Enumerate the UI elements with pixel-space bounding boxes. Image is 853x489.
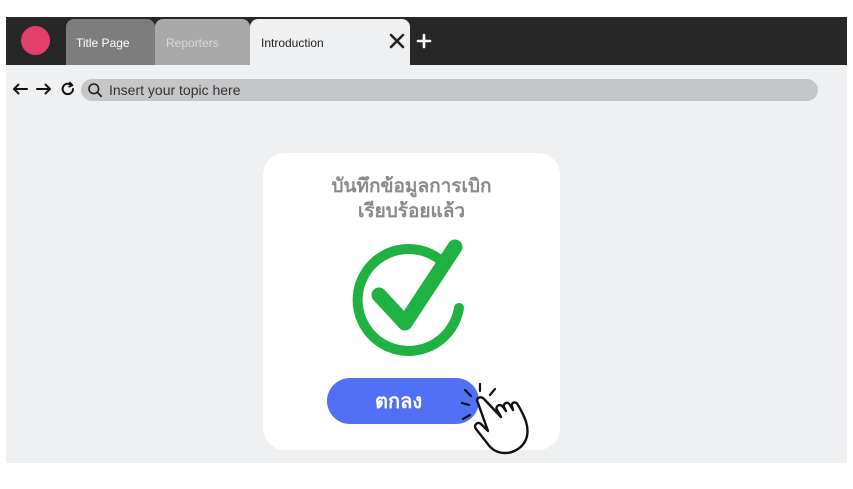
success-dialog: บันทึกข้อมูลการเบิก เรียบร้อยแล้ว ตกลง bbox=[263, 153, 560, 455]
ok-button[interactable]: ตกลง bbox=[327, 378, 479, 424]
ok-button-label: ตกลง bbox=[375, 389, 423, 413]
dialog-title-line2: เรียบร้อยแล้ว bbox=[357, 200, 466, 222]
address-bar[interactable]: Insert your topic here bbox=[81, 79, 818, 101]
tab-label: Reporters bbox=[166, 36, 219, 50]
arrow-left-icon[interactable] bbox=[11, 81, 29, 97]
reload-icon[interactable] bbox=[60, 81, 76, 97]
tab-label: Title Page bbox=[76, 36, 130, 50]
dialog-title: บันทึกข้อมูลการเบิก เรียบร้อยแล้ว bbox=[263, 174, 560, 224]
plus-icon[interactable] bbox=[415, 32, 433, 50]
check-circle-icon bbox=[352, 239, 464, 356]
tab-reporters[interactable]: Reporters bbox=[155, 19, 250, 65]
browser-window: Title Page Reporters Introduction Insert… bbox=[6, 17, 847, 463]
record-dot bbox=[21, 26, 50, 55]
close-icon[interactable] bbox=[388, 32, 406, 50]
arrow-right-icon[interactable] bbox=[35, 81, 53, 97]
title-bar: Title Page Reporters Introduction bbox=[6, 17, 847, 65]
dialog-title-line1: บันทึกข้อมูลการเบิก bbox=[331, 175, 492, 197]
tab-introduction[interactable]: Introduction bbox=[250, 19, 410, 65]
tab-title-page[interactable]: Title Page bbox=[66, 19, 155, 65]
tab-label: Introduction bbox=[261, 36, 324, 50]
address-text[interactable]: Insert your topic here bbox=[109, 82, 241, 98]
search-icon bbox=[88, 83, 103, 98]
